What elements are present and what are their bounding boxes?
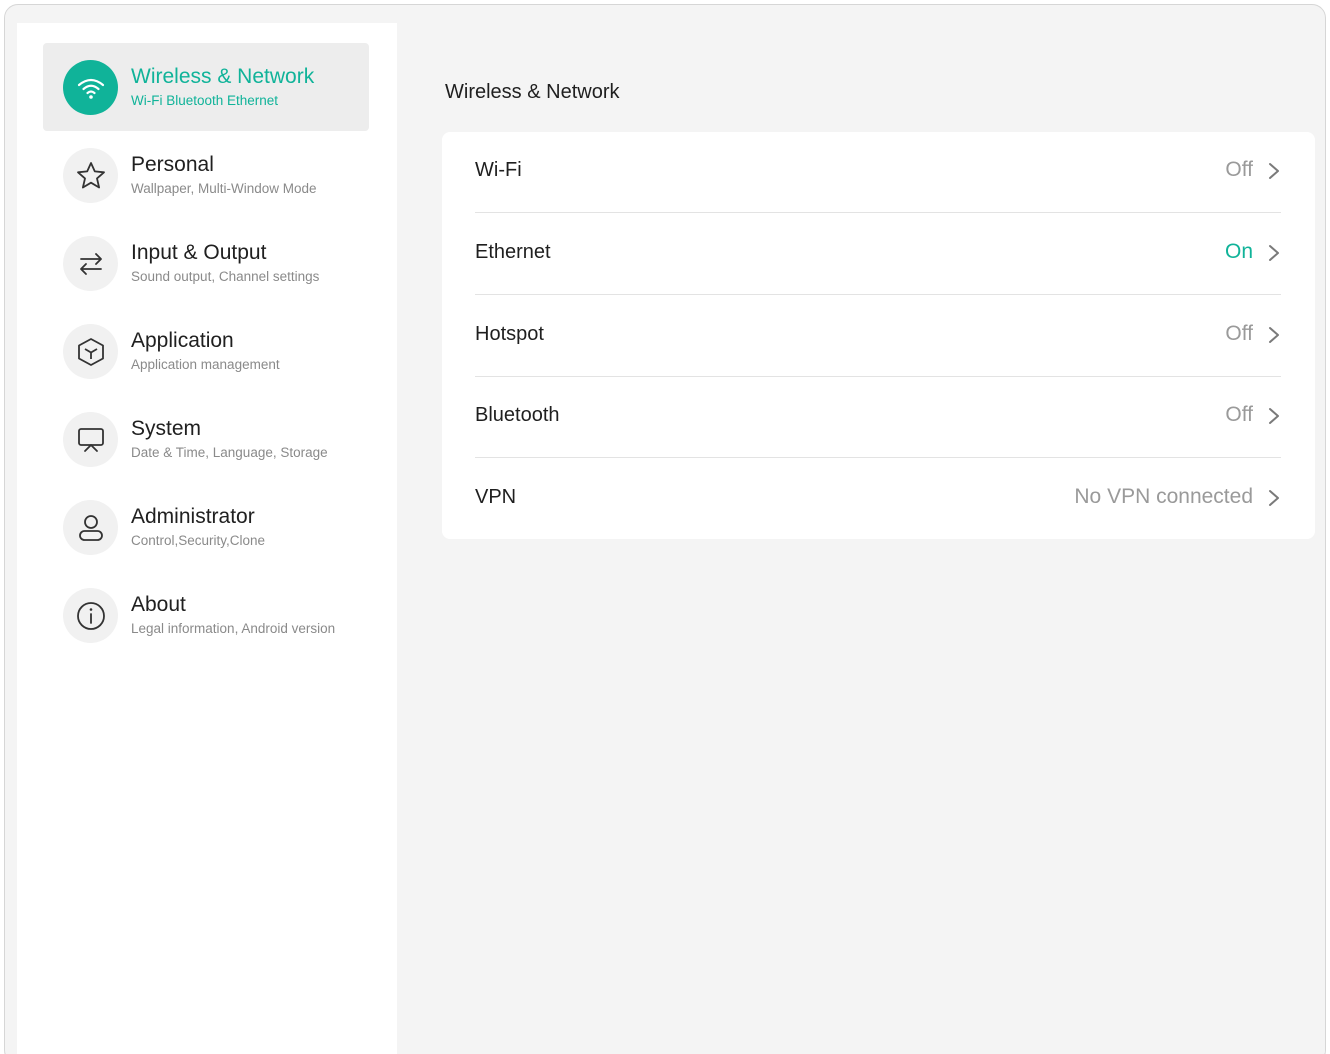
sidebar-item-subtitle: Date & Time, Language, Storage xyxy=(131,445,328,460)
sidebar-item-about[interactable]: About Legal information, Android version xyxy=(43,571,369,659)
chevron-right-icon xyxy=(1269,163,1279,179)
row-label: VPN xyxy=(475,486,517,508)
sidebar-item-application[interactable]: Application Application management xyxy=(43,307,369,395)
row-value: Off xyxy=(1225,322,1253,345)
chevron-right-icon xyxy=(1269,490,1279,506)
row-label: Ethernet xyxy=(475,241,551,263)
vpn-row[interactable]: VPN No VPN connected xyxy=(475,459,1281,540)
sidebar-item-title: About xyxy=(131,593,186,616)
sidebar-item-title: Personal xyxy=(131,153,214,176)
bluetooth-row[interactable]: Bluetooth Off xyxy=(475,377,1281,458)
wifi-icon xyxy=(63,60,118,115)
sidebar-item-subtitle: Wallpaper, Multi-Window Mode xyxy=(131,181,317,196)
row-value: On xyxy=(1224,240,1253,263)
info-icon xyxy=(63,588,118,643)
sidebar-item-subtitle: Sound output, Channel settings xyxy=(131,269,320,284)
wifi-row[interactable]: Wi-Fi Off xyxy=(475,132,1281,213)
swap-arrows-icon xyxy=(63,236,118,291)
row-label: Wi-Fi xyxy=(475,159,522,181)
row-value: Off xyxy=(1225,403,1253,426)
user-icon xyxy=(63,500,118,555)
page-title: Wireless & Network xyxy=(445,81,620,103)
sidebar-item-title: Application xyxy=(131,329,234,352)
sidebar-item-wireless-network[interactable]: Wireless & Network Wi-Fi Bluetooth Ether… xyxy=(43,43,369,131)
presentation-screen-icon xyxy=(63,412,118,467)
settings-card: Wi-Fi Off Ethernet On Hotspot Off Blueto… xyxy=(442,132,1315,539)
sidebar-item-input-output[interactable]: Input & Output Sound output, Channel set… xyxy=(43,219,369,307)
row-value: No VPN connected xyxy=(1074,485,1253,508)
sidebar-item-title: System xyxy=(131,417,202,440)
chevron-right-icon xyxy=(1269,245,1279,261)
row-label: Hotspot xyxy=(475,323,544,345)
sidebar-item-system[interactable]: System Date & Time, Language, Storage xyxy=(43,395,369,483)
main-content: Wireless & Network Wi-Fi Off Ethernet On… xyxy=(397,23,1325,1054)
sidebar-item-title: Input & Output xyxy=(131,241,267,264)
sidebar-item-title: Wireless & Network xyxy=(131,65,315,88)
sidebar-item-subtitle: Legal information, Android version xyxy=(131,621,336,636)
sidebar-item-subtitle: Application management xyxy=(131,357,280,372)
cube-icon xyxy=(63,324,118,379)
chevron-right-icon xyxy=(1269,408,1279,424)
sidebar-item-title: Administrator xyxy=(131,505,255,528)
settings-window: Wireless & Network Wi-Fi Bluetooth Ether… xyxy=(4,4,1326,1054)
star-icon xyxy=(63,148,118,203)
ethernet-row[interactable]: Ethernet On xyxy=(475,214,1281,295)
hotspot-row[interactable]: Hotspot Off xyxy=(475,296,1281,377)
row-value: Off xyxy=(1225,158,1253,181)
sidebar: Wireless & Network Wi-Fi Bluetooth Ether… xyxy=(17,23,397,1054)
sidebar-item-personal[interactable]: Personal Wallpaper, Multi-Window Mode xyxy=(43,131,369,219)
row-label: Bluetooth xyxy=(475,404,560,426)
chevron-right-icon xyxy=(1269,327,1279,343)
sidebar-item-subtitle: Wi-Fi Bluetooth Ethernet xyxy=(131,93,279,108)
sidebar-item-administrator[interactable]: Administrator Control,Security,Clone xyxy=(43,483,369,571)
sidebar-item-subtitle: Control,Security,Clone xyxy=(131,533,266,548)
